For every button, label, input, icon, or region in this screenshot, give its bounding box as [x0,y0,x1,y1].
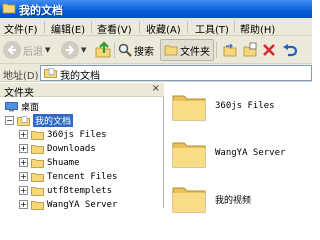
my-documents-icon [44,68,57,78]
tree-item-wangya-server[interactable]: + WangYA Server [19,198,117,211]
address-bar: 地址(D) 我的文档 [0,64,312,82]
address-field[interactable]: 我的文档 [40,65,312,82]
copy-to-folder-icon [243,42,257,57]
menu-help[interactable]: 帮助(H) [240,21,275,36]
menu-file[interactable]: 文件(F) [4,21,38,36]
search-button[interactable]: 搜索 [118,39,154,61]
chevron-down-icon[interactable]: ▼ [45,46,50,54]
window-title: 我的文档 [19,4,63,17]
chevron-down-icon[interactable]: ▼ [81,46,86,54]
tree-item-label: 桌面 [21,103,40,113]
move-to-folder-icon [223,43,237,57]
delete-button[interactable] [262,39,276,61]
expand-icon[interactable]: + [19,130,28,139]
tree-item-label: 我的文档 [33,114,74,127]
search-label: 搜索 [134,46,154,58]
folder-item-name: WangYA Server [215,148,286,158]
folder-icon [31,130,44,140]
folder-icon [164,45,178,56]
folders-label: 文件夹 [180,46,210,58]
move-to-button[interactable] [222,39,238,61]
address-value: 我的文档 [60,71,100,82]
close-icon[interactable]: × [152,83,160,94]
forward-button[interactable]: ▼ [61,39,86,61]
menu-separator [139,21,140,33]
tree-item-my-documents[interactable]: − 我的文档 [5,114,74,127]
expand-icon[interactable]: + [19,172,28,181]
toolbar-separator [216,42,217,58]
folder-pane-title: 文件夹 [4,88,34,99]
tree-item-desktop[interactable]: 桌面 [5,100,39,113]
folder-item-name: 360js Files [215,101,275,111]
my-documents-icon [17,115,30,126]
tree-item-label: Downloads [47,143,96,154]
menu-separator [234,21,235,33]
tree-item-downloads[interactable]: + Downloads [19,142,96,155]
menu-separator [44,21,45,33]
menu-view[interactable]: 查看(V) [97,21,132,36]
expand-icon[interactable]: + [19,200,28,209]
menu-separator [187,21,188,33]
tree-item-label: Shuame [47,157,80,168]
tree-item-tencent-files[interactable]: + Tencent Files [19,170,117,183]
delete-x-icon [263,44,275,56]
tree-item-label: 360js Files [47,129,107,140]
back-arrow-icon [3,41,21,59]
undo-button[interactable] [282,39,298,61]
tree-item-shuame[interactable]: + Shuame [19,156,80,169]
folder-icon [31,172,44,182]
folder-icon [31,186,44,196]
menu-bar: 文件(F) 编辑(E) 查看(V) 收藏(A) 工具(T) 帮助(H) [0,18,312,36]
search-icon [118,43,132,57]
folder-icon [31,200,44,210]
toolbar-separator [114,42,115,58]
copy-to-button[interactable] [242,39,258,61]
undo-arrow-icon [283,44,298,57]
address-label: 地址(D) [3,71,39,82]
back-button[interactable]: 后退 ▼ [3,39,50,61]
tree-item-utf8templets[interactable]: + utf8templets [19,184,112,197]
tree-item-label: utf8templets [47,185,113,196]
folder-icon [172,95,206,121]
collapse-icon[interactable]: − [5,116,14,125]
folder-pane-header: 文件夹 × [0,83,164,99]
desktop-icon [5,101,18,111]
menu-edit[interactable]: 编辑(E) [51,21,85,36]
tree-item-label: Tencent Files [47,171,118,182]
tree-item-360js-files[interactable]: + 360js Files [19,128,107,141]
menu-separator [91,21,92,33]
video-folder-icon [172,187,206,213]
expand-icon[interactable]: + [19,158,28,167]
toolbar: 后退 ▼ ▼ 搜索 文件夹 [0,36,312,64]
tree-item-label: WangYA Server [47,199,118,210]
expand-icon[interactable]: + [19,186,28,195]
expand-icon[interactable]: + [19,144,28,153]
content-pane: 360js Files WangYA Server 我的视频 [165,83,312,213]
folder-item-name: 我的视频 [215,196,252,206]
folder-icon [2,3,16,14]
folder-pane: 文件夹 × 桌面 − 我的文档 + 360js Files + Download… [0,83,164,211]
title-bar[interactable]: 我的文档 [0,0,312,18]
back-label: 后退 [23,46,43,58]
menu-favorites[interactable]: 收藏(A) [146,21,181,36]
folders-button[interactable]: 文件夹 [160,39,214,61]
folder-icon [31,158,44,168]
forward-arrow-icon [61,41,79,59]
up-folder-button[interactable] [94,39,112,61]
folder-icon [172,142,206,168]
menu-tools[interactable]: 工具(T) [195,21,229,36]
up-folder-icon [95,41,111,58]
folder-icon [31,144,44,154]
